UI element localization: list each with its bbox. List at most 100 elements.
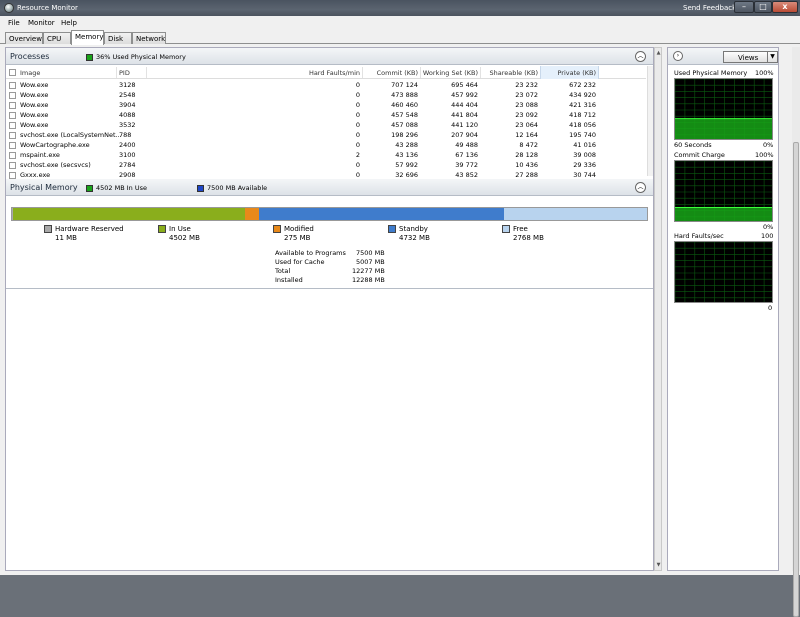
table-row[interactable]: mspaint.exe 3100 2 43 136 67 136 28 128 39 008 [6,150,646,160]
table-cell: 418 712 [569,111,596,119]
legend-swatch [388,225,396,233]
close-button[interactable]: x [772,1,798,13]
tab-memory[interactable]: Memory [71,30,104,45]
graphs-pane: › Views ▼ Used Physical Memory 100% 60 S… [667,47,779,571]
col-commit[interactable]: Commit (KB) [362,69,418,77]
table-row[interactable]: svchost.exe (LocalSystemNet... 788 0 198 29… [6,130,646,140]
row-checkbox[interactable] [9,132,16,139]
menu-monitor[interactable]: Monitor [28,19,55,27]
table-row[interactable]: WowCartographe.exe 2400 0 43 288 49 488 8 472… [6,140,646,150]
scroll-down-icon[interactable]: ▼ [656,562,661,568]
table-cell: 788 [119,131,132,139]
table-cell: 39 772 [455,161,478,169]
table-cell: 473 888 [391,91,418,99]
table-cell: Gxxx.exe [20,171,51,179]
menu-help[interactable]: Help [61,19,77,27]
table-cell: 3100 [119,151,136,159]
table-row[interactable]: svchost.exe (secsvcs) 2784 0 57 992 39 772 10… [6,160,646,170]
tab-strip: Overview CPU Memory Disk Network [0,30,800,45]
col-working-set[interactable]: Working Set (KB) [420,69,478,77]
row-checkbox[interactable] [9,142,16,149]
table-row[interactable]: Wow.exe 3904 0 460 460 444 404 23 088 421 316 [6,100,646,110]
row-checkbox[interactable] [9,102,16,109]
row-checkbox[interactable] [9,162,16,169]
available-status-text: 7500 MB Available [207,184,268,192]
table-cell: svchost.exe (LocalSystemNet... [20,131,122,139]
table-cell: svchost.exe (secsvcs) [20,161,91,169]
table-cell: 30 744 [573,171,596,179]
table-cell: Wow.exe [20,111,49,119]
table-cell: 4088 [119,111,136,119]
tab-network[interactable]: Network [132,32,166,44]
send-feedback-link[interactable]: Send Feedback [683,4,736,12]
table-row[interactable]: Wow.exe 2548 0 473 888 457 992 23 072 434 920 [6,90,646,100]
stat-label: Installed [275,276,303,284]
stat-value: 12277 MB [352,267,385,275]
tab-overview[interactable]: Overview [5,32,43,44]
graph-min-used-memory: 0% [763,141,774,149]
processes-collapse-button[interactable]: ︿ [635,51,646,62]
legend-swatch [158,225,166,233]
tab-disk[interactable]: Disk [104,32,132,44]
table-cell: 3904 [119,101,136,109]
graphs-scrollbar[interactable] [792,47,800,617]
col-shareable[interactable]: Shareable (KB) [480,69,538,77]
table-row[interactable]: Wow.exe 3128 0 707 124 695 464 23 232 672 232 [6,80,646,90]
table-cell: 27 288 [515,171,538,179]
bar-standby [259,208,504,220]
resource-monitor-icon [4,3,14,13]
physical-memory-title: Physical Memory [10,183,78,192]
table-cell: Wow.exe [20,91,49,99]
scroll-up-icon[interactable]: ▲ [656,50,661,56]
menu-file[interactable]: File [8,19,20,27]
physical-memory-collapse-button[interactable]: ︿ [635,182,646,193]
table-cell: 12 164 [515,131,538,139]
col-hard-faults[interactable]: Hard Faults/min [276,69,360,77]
row-checkbox[interactable] [9,112,16,119]
table-cell: 457 088 [391,121,418,129]
physical-memory-header[interactable]: Physical Memory 4502 MB In Use 7500 MB A… [6,179,653,196]
table-cell: 0 [355,121,360,129]
tab-cpu[interactable]: CPU [43,32,71,44]
stat-label: Used for Cache [275,258,325,266]
in-use-status: 4502 MB In Use [86,184,147,192]
table-cell: 43 136 [395,151,418,159]
processes-scrollbar[interactable] [647,66,653,176]
row-checkbox[interactable] [9,122,16,129]
table-cell: 207 904 [451,131,478,139]
row-checkbox[interactable] [9,92,16,99]
graphs-scroll-thumb[interactable] [793,142,799,617]
processes-header[interactable]: Processes 36% Used Physical Memory ︿ [6,48,653,65]
table-cell: 2400 [119,141,136,149]
table-cell: WowCartographe.exe [20,141,90,149]
views-dropdown[interactable]: Views ▼ [723,51,778,63]
table-cell: 457 548 [391,111,418,119]
select-all-checkbox[interactable] [9,69,16,76]
bar-in-use [12,208,246,220]
legend-swatch [44,225,52,233]
minimize-button[interactable]: – [734,1,754,13]
graphs-header: › Views ▼ [668,48,778,65]
table-cell: 23 088 [515,101,538,109]
commit-charge-graph [674,160,773,222]
chevron-down-icon: ▼ [767,52,777,62]
col-pid[interactable]: PID [119,69,130,77]
main-pane: Processes 36% Used Physical Memory ︿ Ima… [5,47,654,571]
table-row[interactable]: Wow.exe 4088 0 457 548 441 804 23 092 418 712 [6,110,646,120]
col-private[interactable]: Private (KB) [540,69,596,77]
table-cell: 8 472 [519,141,538,149]
title-bar: Resource Monitor Send Feedback – □ x [0,0,800,16]
section-divider [6,288,653,289]
main-scrollbar[interactable]: ▲ ▼ [654,47,662,571]
table-row[interactable]: Wow.exe 3532 0 457 088 441 120 23 064 418 056 [6,120,646,130]
bar-modified [245,208,260,220]
table-cell: 434 920 [569,91,596,99]
expand-arrow-icon[interactable]: › [673,51,683,61]
col-image[interactable]: Image [20,69,40,77]
bar-free [503,208,647,220]
row-checkbox[interactable] [9,82,16,89]
row-checkbox[interactable] [9,152,16,159]
row-checkbox[interactable] [9,172,16,179]
maximize-button[interactable]: □ [754,1,772,13]
table-cell: 418 056 [569,121,596,129]
